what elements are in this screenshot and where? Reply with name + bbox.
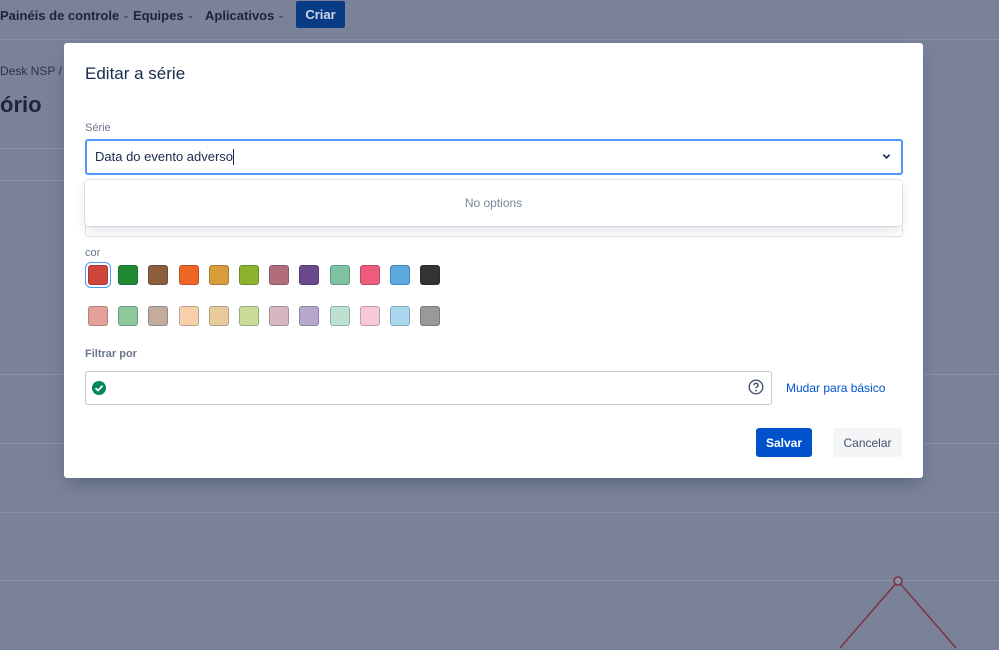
series-select-value[interactable]: Data do evento adverso (95, 149, 233, 164)
chart-series-line (839, 579, 957, 649)
background-line-chart (839, 576, 957, 649)
nav-teams[interactable]: Equipes ⌄ (133, 8, 194, 23)
create-button[interactable]: Criar (296, 1, 345, 28)
top-navigation: Painéis de controle ⌄ Equipes ⌄ Aplicati… (0, 0, 999, 40)
color-swatch[interactable] (178, 265, 199, 285)
cancel-button[interactable]: Cancelar (833, 428, 902, 457)
filter-input[interactable] (85, 371, 772, 405)
series-dropdown-menu: No options (85, 180, 902, 226)
series-label: Série (85, 122, 111, 134)
nav-dashboards-label: Painéis de controle (0, 8, 120, 23)
switch-to-basic-link[interactable]: Mudar para básico (786, 381, 885, 395)
color-swatch[interactable] (208, 306, 229, 326)
no-options-message: No options (464, 196, 523, 210)
dialog-title: Editar a série (85, 64, 186, 83)
color-swatch[interactable] (359, 306, 380, 326)
nav-apps-label: Aplicativos (205, 8, 275, 23)
text-cursor (233, 149, 234, 165)
color-swatch[interactable] (329, 306, 350, 326)
color-swatch[interactable] (269, 265, 290, 285)
color-swatch[interactable] (208, 265, 229, 285)
gridline (0, 512, 999, 513)
chart-point (893, 576, 903, 586)
color-swatch[interactable] (88, 306, 108, 326)
color-swatch[interactable] (390, 265, 410, 285)
chevron-down-icon[interactable] (882, 152, 891, 161)
color-label: cor (85, 247, 101, 259)
divider (0, 180, 64, 181)
color-swatch[interactable] (420, 306, 441, 326)
color-swatch[interactable] (269, 306, 290, 326)
filter-label: Filtrar por (85, 348, 137, 360)
color-swatch[interactable] (178, 306, 199, 326)
color-swatch[interactable] (239, 265, 259, 285)
series-select[interactable]: Data do evento adverso (85, 139, 903, 175)
color-swatch[interactable] (118, 306, 139, 326)
nav-apps[interactable]: Aplicativos ⌄ (205, 8, 285, 23)
color-swatch[interactable] (148, 306, 169, 326)
color-swatch[interactable] (299, 306, 320, 326)
nav-dashboards[interactable]: Painéis de controle ⌄ (0, 8, 130, 23)
color-swatch[interactable] (118, 265, 139, 285)
color-swatch[interactable] (299, 265, 320, 285)
breadcrumb[interactable]: Desk NSP / (0, 64, 62, 78)
chevron-down-icon: ⌄ (277, 10, 285, 20)
color-swatch[interactable] (329, 265, 350, 285)
help-icon[interactable] (748, 379, 764, 395)
hidden-field-edge (85, 226, 903, 237)
color-swatch[interactable] (420, 265, 441, 285)
edit-series-dialog: Editar a série Série Data do evento adve… (64, 43, 923, 478)
page-title: ório (0, 92, 42, 117)
check-circle-icon (92, 381, 106, 395)
color-swatch[interactable] (390, 306, 410, 326)
chevron-down-icon: ⌄ (122, 10, 130, 20)
divider (0, 148, 64, 149)
save-button[interactable]: Salvar (756, 428, 812, 457)
color-swatch[interactable] (148, 265, 169, 285)
color-swatch[interactable] (359, 265, 380, 285)
chevron-down-icon: ⌄ (186, 10, 195, 20)
nav-teams-label: Equipes (133, 8, 184, 23)
color-swatch[interactable] (239, 306, 259, 326)
color-swatch[interactable] (88, 265, 108, 285)
